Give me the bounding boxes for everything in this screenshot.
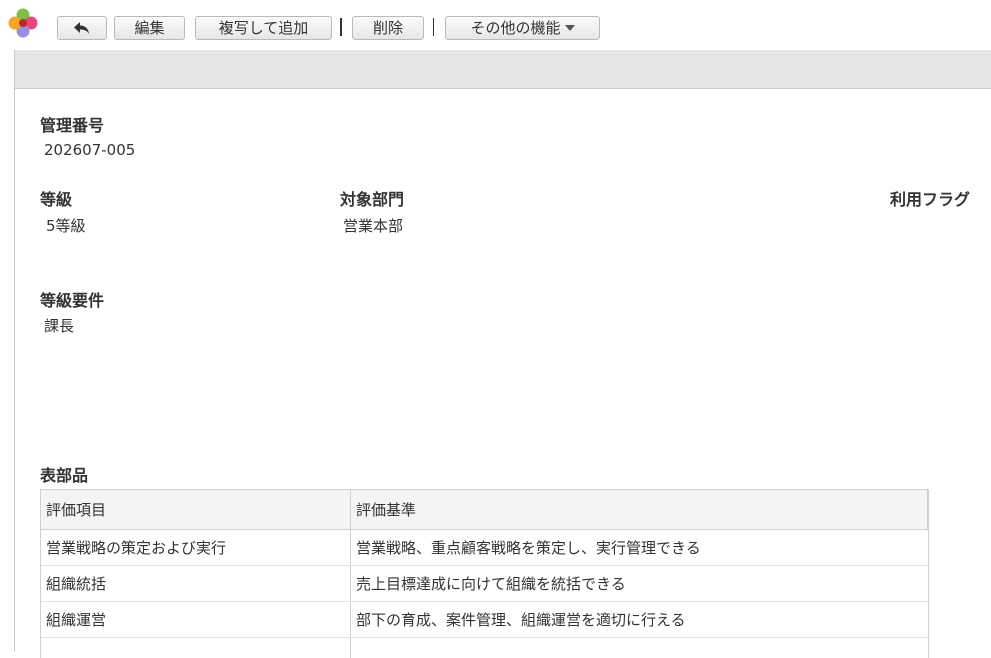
table-row: 組織運営 部下の育成、案件管理、組織運営を適切に行える	[41, 602, 928, 638]
department-value: 営業本部	[343, 217, 404, 235]
table-header-row: 評価項目 評価基準	[41, 490, 928, 530]
grade-value: 5等級	[46, 217, 86, 235]
app-logo-icon[interactable]	[6, 6, 40, 40]
back-button[interactable]	[57, 16, 107, 40]
grade-requirement-label: 等級要件	[40, 291, 105, 310]
table-row: 営業戦略の策定および実行 営業戦略、重点顧客戦略を策定し、実行管理できる	[41, 530, 928, 566]
table-cell-item: 組織運営	[41, 602, 351, 637]
column-header-evaluation-item[interactable]: 評価項目	[41, 490, 351, 529]
edit-button[interactable]: 編集	[114, 16, 185, 40]
column-header-evaluation-criteria[interactable]: 評価基準	[351, 490, 928, 529]
panel-header-bar	[15, 50, 991, 89]
toolbar-separator	[433, 18, 434, 36]
grade-requirement-value: 課長	[44, 317, 75, 335]
copy-and-add-button[interactable]: 複写して追加	[195, 16, 332, 40]
usage-flag-label: 利用フラグ	[890, 190, 971, 209]
table-cell-criteria: 部下の育成、案件管理、組織運営を適切に行える	[356, 611, 686, 629]
evaluation-table: 評価項目 評価基準 営業戦略の策定および実行 営業戦略、重点顧客戦略を策定し、実…	[40, 489, 929, 658]
management-no-label: 管理番号	[40, 116, 105, 135]
caret-down-icon	[564, 25, 575, 31]
department-label: 対象部門	[340, 190, 405, 209]
table-row-empty	[41, 638, 928, 658]
table-cell-criteria: 売上目標達成に向けて組織を統括できる	[356, 575, 626, 593]
table-cell-criteria: 営業戦略、重点顧客戦略を策定し、実行管理できる	[356, 539, 701, 557]
table-cell-item: 営業戦略の策定および実行	[41, 530, 351, 565]
more-functions-button[interactable]: その他の機能	[445, 16, 600, 40]
toolbar-separator	[340, 18, 342, 36]
back-arrow-icon	[74, 22, 89, 34]
table-row: 組織統括 売上目標達成に向けて組織を統括できる	[41, 566, 928, 602]
grade-label: 等級	[40, 190, 73, 209]
toolbar: 編集 複写して追加 削除 その他の機能	[0, 0, 991, 50]
table-part-title: 表部品	[40, 466, 89, 485]
management-no-value: 202607-005	[44, 141, 136, 159]
table-cell-item: 組織統括	[41, 566, 351, 601]
table-cell-item	[41, 638, 351, 658]
more-functions-label: その他の機能	[470, 19, 561, 37]
delete-button[interactable]: 削除	[352, 16, 424, 40]
